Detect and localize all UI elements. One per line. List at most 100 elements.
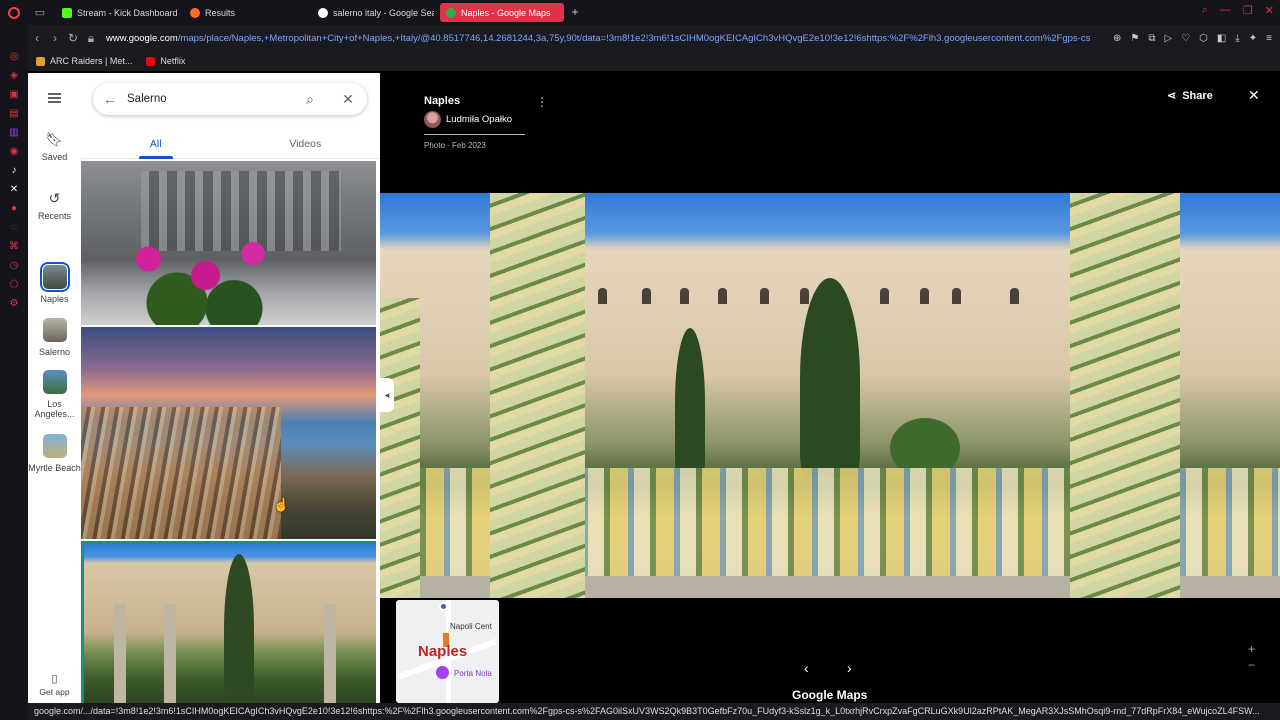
salerno-thumbnail [42, 318, 67, 342]
photo-author[interactable]: Ludmiła Opałko [424, 111, 525, 135]
address-bar: ‹ › ↻ 🔒︎ www.google.com/maps/place/Naple… [28, 25, 1280, 51]
url-field[interactable]: www.google.com/maps/place/Naples,+Metrop… [100, 33, 1105, 44]
tab-overview-icon[interactable]: ▭ [28, 0, 52, 25]
bookmark-saved-icon: 🔖︎ [45, 131, 64, 147]
rail-recents[interactable]: ↺ Recents [28, 190, 81, 221]
photo-thumbnail-street-flowers[interactable] [81, 161, 376, 325]
bookmark-arc-raiders[interactable]: ARC Raiders | Met... [36, 56, 132, 66]
tab-results[interactable]: Results [184, 3, 308, 22]
new-tab-button[interactable]: + [569, 6, 581, 18]
maps-navigation-rail: 🔖︎ Saved ↺ Recents Naples Salerno Los An… [28, 73, 81, 703]
play-icon[interactable]: ▷ [1164, 33, 1172, 44]
rail-place-naples[interactable]: Naples [28, 262, 81, 304]
rail-saved[interactable]: 🔖︎ Saved [28, 131, 81, 162]
los-angeles-thumbnail [42, 370, 67, 394]
main-photo[interactable] [380, 193, 1280, 598]
tab-google-maps[interactable]: Naples - Google Maps [440, 3, 564, 22]
clear-search-icon[interactable]: ✕ [329, 91, 367, 108]
photo-thumbnail-cloister[interactable] [81, 541, 376, 703]
close-viewer-icon[interactable]: ✕ [1248, 87, 1260, 104]
viewer-title: Naples [424, 95, 461, 107]
snapshot-icon[interactable]: ⧉ [1148, 33, 1155, 44]
opera-logo-icon[interactable] [0, 0, 28, 25]
messenger-icon[interactable]: ▤ [9, 108, 20, 119]
tab-google-search[interactable]: salerno italy - Google Sea [312, 3, 434, 22]
minimize-icon[interactable]: — [1220, 4, 1231, 17]
x-icon[interactable]: ✕ [9, 184, 20, 195]
back-arrow-icon[interactable]: ← [93, 91, 127, 107]
status-url: google.com/.../data=!3m8!1e2!3m6!1sCIHM0… [28, 703, 1280, 720]
browser-tab-bar: ▭ Stream - Kick Dashboard Results salern… [0, 0, 1280, 25]
heart-icon[interactable]: ♡ [1181, 33, 1190, 44]
ai-icon[interactable]: ✦ [1249, 33, 1257, 44]
maximize-icon[interactable]: ❐ [1243, 4, 1253, 17]
forward-arrow-icon[interactable]: › [46, 31, 64, 45]
zoom-icon[interactable]: ⊕ [1113, 33, 1121, 44]
google-maps-logo: Google Maps [792, 688, 868, 702]
zoom-out-icon[interactable]: − [1248, 657, 1255, 673]
extensions-icon[interactable]: ⬡ [1199, 33, 1208, 44]
download-icon[interactable]: ⤓ [1235, 33, 1239, 44]
aria-icon[interactable]: ◎ [9, 51, 20, 62]
maps-favicon-icon [446, 7, 456, 18]
more-options-icon[interactable]: ⋮ [536, 95, 548, 109]
bookmark-icon[interactable]: ⚑ [1130, 33, 1139, 44]
photo-tabs: All Videos [81, 129, 380, 159]
photo-thumbnail-bay-sunset[interactable] [81, 327, 376, 539]
search-box: ← ⌕ ✕ [93, 83, 367, 115]
menu-icon[interactable]: ≡ [1266, 33, 1272, 44]
settings-gear-icon[interactable]: ⚙ [9, 298, 20, 309]
bookmarks-bar: ARC Raiders | Met... Netflix [28, 51, 1280, 71]
browser-sidebar: ◎ ◈ ▣ ▤ ▥ ◉ ♪ ✕ ● ◌ ⌘ ◷ ⬠ ⚙ [0, 25, 28, 720]
search-results-panel: ← ⌕ ✕ All Videos [81, 73, 380, 703]
search-icon[interactable]: ⌕ [291, 91, 329, 108]
location-pin-icon [439, 602, 448, 611]
get-app-link[interactable]: ▯ Get app [28, 672, 81, 697]
wallet-icon[interactable]: ◧ [1217, 33, 1226, 44]
youtube-icon[interactable]: ● [9, 203, 20, 214]
zoom-in-icon[interactable]: + [1248, 641, 1255, 657]
collapse-panel-button[interactable]: ◂ [380, 378, 394, 412]
previous-photo-icon[interactable]: ‹ [804, 660, 809, 676]
google-favicon-icon [318, 7, 328, 18]
reload-icon[interactable]: ↻ [64, 31, 82, 45]
player-icon[interactable]: ◌ [9, 222, 20, 233]
address-bar-actions: ⊕ ⚑ ⧉ ▷ ♡ ⬡ ◧ ⤓ ✦ ≡ [1105, 33, 1280, 44]
gamepad-icon[interactable]: ▣ [9, 89, 20, 100]
instagram-icon[interactable]: ◉ [9, 146, 20, 157]
share-icon: ⋖ [1167, 90, 1177, 102]
tab-videos[interactable]: Videos [231, 129, 381, 158]
phone-icon: ▯ [51, 673, 58, 685]
back-arrow-icon[interactable]: ‹ [28, 31, 46, 45]
zoom-controls: + − [1248, 641, 1255, 673]
kick-favicon-icon [62, 7, 72, 18]
history-clock-icon: ↺ [48, 190, 61, 206]
tab-all[interactable]: All [81, 129, 231, 159]
bookmark-netflix[interactable]: Netflix [146, 56, 185, 66]
poi-marker-icon [436, 666, 449, 679]
pinboard-icon[interactable]: ⌘ [9, 241, 20, 252]
history-icon[interactable]: ◷ [9, 260, 20, 271]
share-button[interactable]: ⋖ Share [1167, 89, 1213, 103]
search-input[interactable] [127, 93, 291, 105]
myrtle-beach-thumbnail [42, 434, 67, 458]
twitch-icon[interactable]: ▥ [9, 127, 20, 138]
arc-raiders-favicon-icon [36, 56, 45, 66]
url-path: /maps/place/Naples,+Metropolitan+City+of… [177, 32, 1091, 44]
tiktok-icon[interactable]: ♪ [9, 165, 20, 176]
minimap-label-center: Napoli Cent [450, 622, 492, 631]
close-window-icon[interactable]: ✕ [1265, 4, 1274, 17]
extensions-sidebar-icon[interactable]: ⬠ [9, 279, 20, 290]
crypto-wallet-icon[interactable]: ◈ [9, 70, 20, 81]
search-tabs-icon[interactable]: ⌕ [1202, 4, 1208, 17]
tab-kick-dashboard[interactable]: Stream - Kick Dashboard [56, 3, 180, 22]
minimap[interactable]: Napoli Cent Naples Porta Nola [396, 600, 499, 703]
rail-place-myrtle-beach[interactable]: Myrtle Beach [28, 434, 81, 473]
rail-place-salerno[interactable]: Salerno [28, 318, 81, 357]
mouse-cursor-icon: ☝ [273, 497, 290, 512]
rail-place-los-angeles[interactable]: Los Angeles... [28, 370, 81, 419]
hamburger-menu-icon[interactable] [48, 93, 61, 103]
lock-icon[interactable]: 🔒︎ [82, 31, 100, 46]
minimap-label-city: Naples [418, 643, 468, 660]
next-photo-icon[interactable]: › [847, 660, 852, 676]
